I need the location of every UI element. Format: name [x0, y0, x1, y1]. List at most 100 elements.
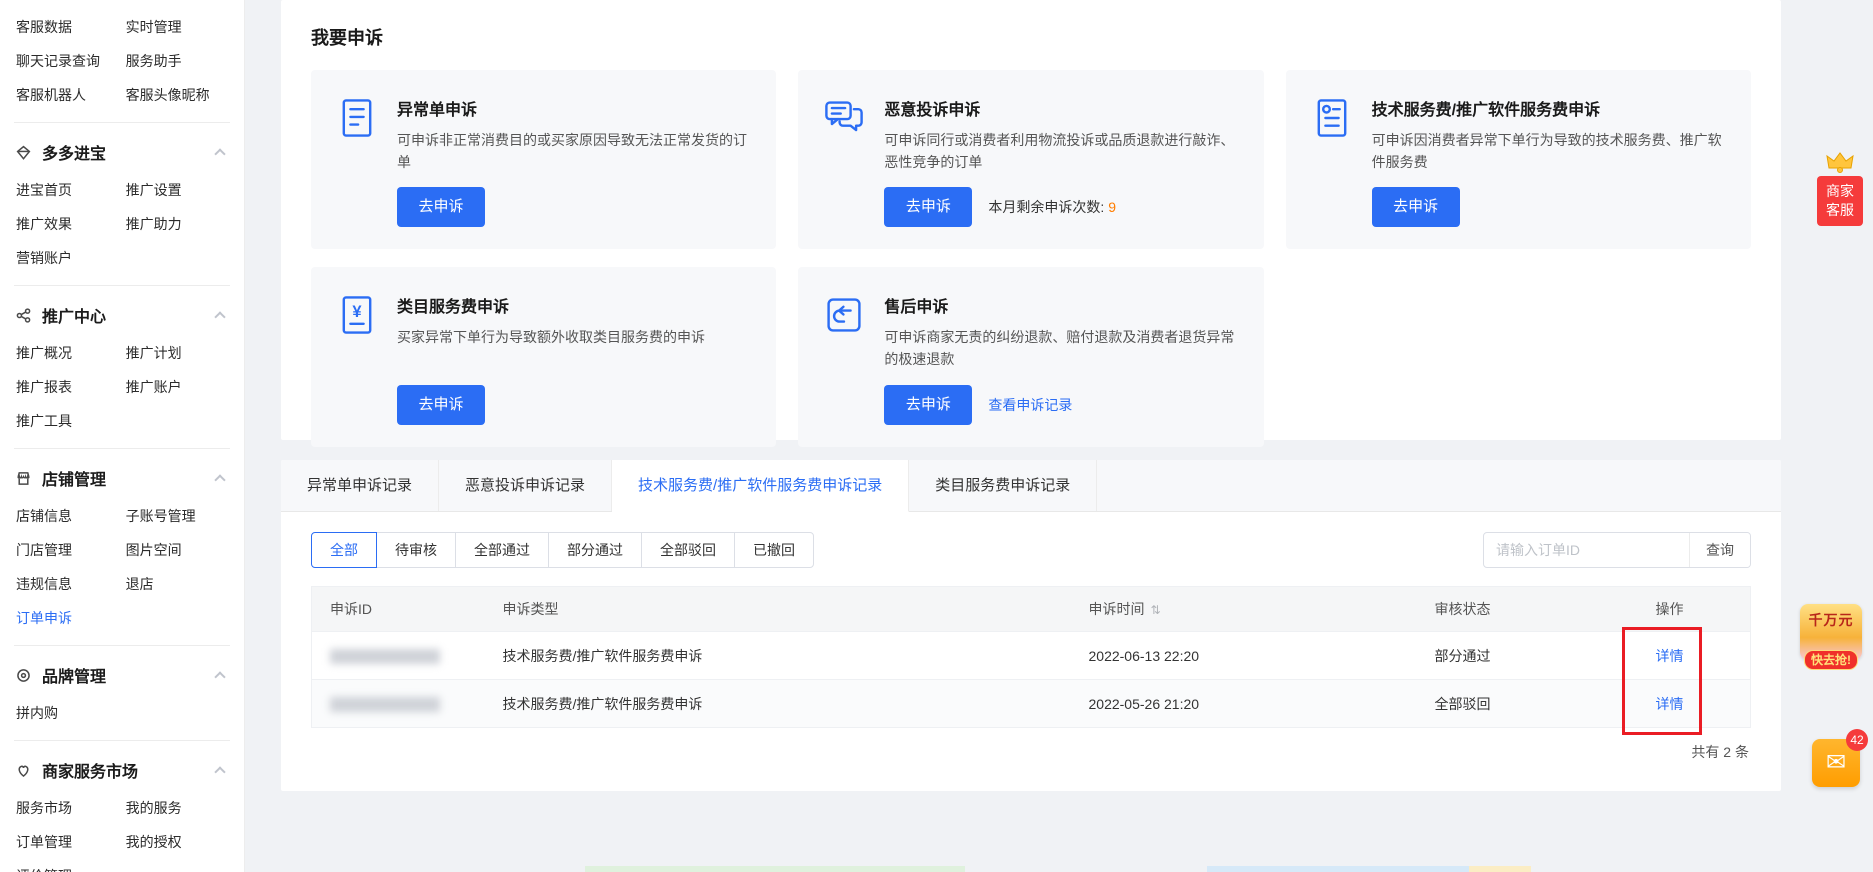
sidebar-item-image-space[interactable]: 图片空间 [126, 533, 230, 567]
sidebar-item-customer-data[interactable]: 客服数据 [16, 10, 126, 44]
order-id-input[interactable] [1484, 542, 1689, 558]
section-title: 多多进宝 [42, 146, 107, 163]
sort-icon[interactable]: ⇅ [1151, 603, 1161, 617]
appeal-cards-grid: 异常单申诉 可申诉非正常消费目的或买家原因导致无法正常发货的订单 去申诉 恶意投… [281, 70, 1781, 447]
sidebar-item-pinneigou[interactable]: 拼内购 [16, 696, 126, 730]
sidebar-top-group: 客服数据 实时管理 聊天记录查询 服务助手 客服机器人 客服头像昵称 [16, 10, 230, 112]
sidebar-item-chat-log[interactable]: 聊天记录查询 [16, 44, 126, 78]
appeal-card-after-sale: 售后申诉 可申诉商家无责的纠纷退款、赔付退款及消费者退货异常的极速退款 去申诉 … [798, 267, 1264, 447]
promo-float[interactable]: 千万元 快去抢! [1800, 604, 1862, 670]
tab-tech-fee-records[interactable]: 技术服务费/推广软件服务费申诉记录 [612, 460, 910, 512]
go-appeal-button[interactable]: 去申诉 [884, 384, 973, 425]
sidebar-item-subaccount[interactable]: 子账号管理 [126, 499, 230, 533]
cell-review-status: 全部驳回 [1416, 679, 1638, 728]
go-appeal-button[interactable]: 去申诉 [884, 187, 973, 228]
sidebar-section-brand-management[interactable]: 品牌管理 [16, 654, 230, 696]
merchant-service-float[interactable]: 商家客服 [1817, 150, 1863, 226]
sidebar-item-review-management[interactable]: 评价管理 [16, 859, 126, 872]
page-title: 我要申诉 [311, 28, 383, 48]
records-tabbar: 异常单申诉记录 恶意投诉申诉记录 技术服务费/推广软件服务费申诉记录 类目服务费… [281, 460, 1781, 512]
tab-malicious-records[interactable]: 恶意投诉申诉记录 [439, 460, 613, 511]
unread-count-badge: 42 [1846, 729, 1868, 751]
chevron-up-icon [214, 671, 226, 683]
sidebar-item-promo-report[interactable]: 推广报表 [16, 370, 126, 404]
view-appeal-records-link[interactable]: 查看申诉记录 [988, 395, 1072, 415]
card-desc: 可申诉因消费者异常下单行为导致的技术服务费、推广软件服务费 [1371, 132, 1722, 170]
go-appeal-button[interactable]: 去申诉 [397, 384, 485, 425]
gem-icon [16, 144, 34, 160]
promo-grab-button[interactable]: 快去抢! [1804, 650, 1858, 670]
sidebar-section-duoduo-jinbao[interactable]: 多多进宝 [16, 131, 230, 173]
divider [14, 122, 230, 123]
filter-all[interactable]: 全部 [311, 532, 377, 568]
sidebar-item-service-market[interactable]: 服务市场 [16, 791, 126, 825]
sidebar-item-avatar-nickname[interactable]: 客服头像昵称 [126, 78, 230, 112]
sidebar-item-realtime[interactable]: 实时管理 [126, 10, 230, 44]
redacted-appeal-id [330, 648, 440, 664]
chevron-up-icon [214, 311, 226, 323]
divider [14, 740, 230, 741]
sidebar-item-my-authorization[interactable]: 我的授权 [126, 825, 230, 859]
chevron-up-icon [214, 148, 226, 160]
filter-partial-passed[interactable]: 部分通过 [548, 532, 642, 568]
bottom-strip-segment [1207, 866, 1469, 872]
filter-pending[interactable]: 待审核 [376, 532, 456, 568]
appeal-card-tech-service-fee: 技术服务费/推广软件服务费申诉 可申诉因消费者异常下单行为导致的技术服务费、推广… [1285, 70, 1751, 250]
search-button[interactable]: 查询 [1689, 533, 1750, 567]
sidebar-item-promo-boost[interactable]: 推广助力 [126, 207, 230, 241]
col-action: 操作 [1637, 586, 1751, 632]
filter-all-passed[interactable]: 全部通过 [455, 532, 549, 568]
divider [14, 448, 230, 449]
sidebar-section-shop-management[interactable]: 店铺管理 [16, 457, 230, 499]
yen-document-icon: ¥ [335, 293, 381, 424]
sidebar-item-quit-shop[interactable]: 退店 [126, 567, 230, 601]
sidebar-section-promotion-center[interactable]: 推广中心 [16, 294, 230, 336]
cell-appeal-type: 技术服务费/推广软件服务费申诉 [484, 631, 1071, 680]
sidebar-item-jinbao-home[interactable]: 进宝首页 [16, 173, 126, 207]
sidebar-item-order-appeal[interactable]: 订单申诉 [16, 601, 126, 635]
col-appeal-time: 申诉时间 ⇅ [1070, 586, 1417, 632]
cell-appeal-time: 2022-05-26 21:20 [1070, 679, 1417, 728]
filter-all-rejected[interactable]: 全部驳回 [641, 532, 735, 568]
sidebar-section-service-market[interactable]: 商家服务市场 [16, 749, 230, 791]
col-review-status: 审核状态 [1416, 586, 1638, 632]
card-title: 恶意投诉申诉 [884, 102, 981, 119]
brand-icon [16, 667, 34, 683]
go-appeal-button[interactable]: 去申诉 [397, 187, 485, 228]
appeal-panel: 我要申诉 异常单申诉 可申诉非正常消费目的或买家原因导致无法正常发货的订单 去申… [281, 0, 1781, 447]
sidebar-item-shop-info[interactable]: 店铺信息 [16, 499, 126, 533]
card-desc: 可申诉同行或消费者利用物流投诉或品质退款进行敲诈、恶性竞争的订单 [884, 132, 1235, 170]
section-title: 店铺管理 [42, 472, 107, 489]
chat-bubbles-icon [822, 96, 868, 227]
chevron-up-icon [214, 474, 226, 486]
sidebar-item-promo-plan[interactable]: 推广计划 [126, 336, 230, 370]
detail-link[interactable]: 详情 [1656, 696, 1684, 712]
sidebar-item-promo-overview[interactable]: 推广概况 [16, 336, 126, 370]
cell-appeal-type: 技术服务费/推广软件服务费申诉 [484, 679, 1071, 728]
sidebar-item-promo-settings[interactable]: 推广设置 [126, 173, 230, 207]
messages-float[interactable]: ✉ 42 [1812, 729, 1868, 787]
detail-link[interactable]: 详情 [1656, 648, 1684, 664]
tab-abnormal-records[interactable]: 异常单申诉记录 [281, 460, 440, 511]
merchant-service-label[interactable]: 商家客服 [1817, 176, 1863, 226]
section-title: 商家服务市场 [42, 764, 139, 781]
appeal-card-category-fee: ¥ 类目服务费申诉 买家异常下单行为导致额外收取类目服务费的申诉 去申诉 [311, 267, 777, 447]
chevron-up-icon [214, 766, 226, 778]
sidebar-item-my-services[interactable]: 我的服务 [126, 791, 230, 825]
sidebar-item-service-robot[interactable]: 客服机器人 [16, 78, 126, 112]
sidebar-item-promo-effect[interactable]: 推广效果 [16, 207, 126, 241]
go-appeal-button[interactable]: 去申诉 [1371, 187, 1460, 228]
sidebar-item-store-management[interactable]: 门店管理 [16, 533, 126, 567]
monthly-quota: 本月剩余申诉次数: 9 [988, 199, 1117, 216]
filter-withdrawn[interactable]: 已撤回 [734, 532, 814, 568]
sidebar: 客服数据 实时管理 聊天记录查询 服务助手 客服机器人 客服头像昵称 多多进宝 … [0, 0, 245, 872]
sidebar-item-promo-tools[interactable]: 推广工具 [16, 404, 126, 438]
tab-category-fee-records[interactable]: 类目服务费申诉记录 [909, 460, 1098, 511]
sidebar-item-promo-account[interactable]: 推广账户 [126, 370, 230, 404]
sidebar-item-service-assistant[interactable]: 服务助手 [126, 44, 230, 78]
sidebar-item-violation-info[interactable]: 违规信息 [16, 567, 126, 601]
table-row: 技术服务费/推广软件服务费申诉 2022-06-13 22:20 部分通过 详情 [311, 631, 1751, 680]
sidebar-item-order-management[interactable]: 订单管理 [16, 825, 126, 859]
card-title: 技术服务费/推广软件服务费申诉 [1371, 102, 1601, 119]
sidebar-item-marketing-account[interactable]: 营销账户 [16, 241, 126, 275]
